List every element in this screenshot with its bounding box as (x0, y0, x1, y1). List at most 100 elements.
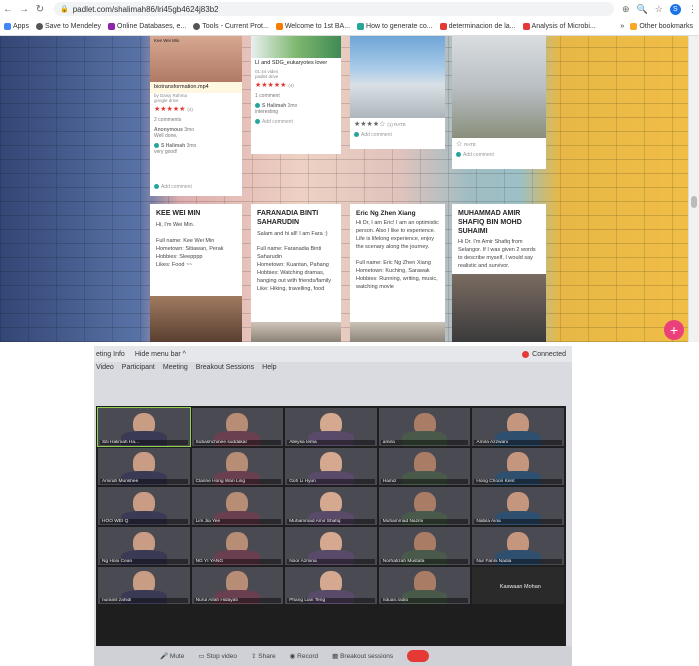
more-bookmarks-icon[interactable]: » (620, 23, 624, 30)
post-card-amir[interactable]: MUHAMMAD AMIR SHAFIQ BIN MOHD SUHAIMI Hi… (452, 204, 546, 342)
participant-name: Nur Fanni Nadia (474, 558, 562, 564)
menu-breakout[interactable]: Breakout Sessions (196, 364, 254, 378)
star-rating[interactable]: ★★★★★ (4) (150, 103, 242, 115)
participant-name: Muhammad Nazmi (380, 519, 469, 524)
other-bookmarks[interactable]: Other bookmarks (630, 23, 693, 30)
participant-tile[interactable]: Clarine Hong Wan Ling (191, 447, 284, 486)
post-card-faranadia[interactable]: FARANADIA BINTI SAHARUDIN Salam and hi a… (251, 204, 341, 342)
participant-tile[interactable]: amira (378, 408, 471, 446)
bookmark-welcome[interactable]: Welcome to 1st BA... (275, 23, 350, 30)
participant-tile[interactable]: Nurul Aifah Hidayati (191, 566, 284, 605)
zoom-icon[interactable]: ⊕ (622, 4, 630, 15)
menu-participant[interactable]: Participant (122, 364, 155, 378)
menu-meeting[interactable]: Meeting (163, 364, 188, 378)
bookmark-online-databases[interactable]: Online Databases, e... (108, 23, 186, 30)
participant-tile[interactable]: Lim Jia Yee (191, 487, 284, 525)
post-card-video-2[interactable]: LI and SDG_eukaryotes lover 01:44 video … (251, 36, 341, 154)
search-icon[interactable]: 🔍 (637, 4, 648, 15)
forward-icon[interactable]: → (16, 4, 32, 15)
participant-tile[interactable]: Kaswaan Mohan (472, 566, 564, 605)
post-card-photo[interactable]: ★★★★☆ (1) RATE Add comment (350, 36, 445, 149)
comment-count: 1 comment (255, 93, 280, 100)
comment-item: Anonymous 3mo Well done, (154, 127, 195, 140)
meeting-info[interactable]: eting Info (96, 351, 125, 358)
profile-avatar[interactable]: S (669, 3, 681, 15)
menu-icon[interactable]: ⋮ (688, 4, 697, 15)
end-call-button[interactable] (407, 650, 430, 662)
star-rating[interactable]: ★★★★★ (4) (251, 79, 341, 91)
record-button[interactable]: ◉ Record (290, 652, 318, 660)
mute-button[interactable]: 🎤 Mute (160, 652, 184, 660)
page-scrollbar[interactable] (688, 36, 699, 342)
photo-thumbnail[interactable] (452, 274, 546, 342)
photo-thumbnail[interactable] (350, 36, 445, 118)
post-card-kee-wei-min[interactable]: KEE WEI MIN Hi, I'm Wei Min. Full name: … (150, 204, 242, 342)
bookmark-analysis[interactable]: Analysis of Microbi... (522, 23, 596, 30)
add-comment[interactable]: Add comment (251, 117, 341, 127)
participant-tile[interactable]: Hamiz (378, 447, 471, 486)
participant-tile[interactable]: Amirah Munshee (98, 447, 190, 486)
star-rating[interactable]: ☆ RATE (452, 138, 546, 150)
participant-name: Noor Azmina (287, 558, 375, 564)
post-card-photo-2[interactable]: ☆ RATE Add comment (452, 36, 546, 169)
participant-tile[interactable]: Norhafizah Mustafa (378, 527, 471, 565)
star-rating[interactable]: ★★★★☆ (1) RATE (350, 118, 445, 130)
photo-thumbnail[interactable] (150, 296, 242, 342)
add-post-button[interactable]: + (664, 320, 684, 340)
participant-name: Nurul Aifah Hidayati (193, 598, 282, 604)
bookmark-mendeley[interactable]: Save to Mendeley (35, 23, 101, 30)
add-comment[interactable]: Add comment (452, 150, 546, 160)
participant-name: Clarine Hong Wan Ling (193, 479, 282, 485)
post-title: FARANADIA BINTI SAHARUDIN (257, 210, 319, 226)
participant-tile[interactable]: Nabila Aina (472, 487, 564, 525)
participant-name: Amira Azzwani (474, 439, 562, 445)
participant-tile[interactable]: Alleysa Iema (285, 408, 377, 446)
video-thumbnail[interactable] (251, 36, 341, 58)
back-icon[interactable]: ← (0, 4, 16, 15)
scrollbar-thumb[interactable] (691, 196, 697, 208)
video-thumbnail[interactable]: Kee Wei Min (150, 36, 242, 82)
participant-tile[interactable]: Muhammad Nazmi (378, 487, 471, 525)
participant-tile[interactable]: Goh Li Hyun (285, 447, 377, 486)
bookmark-apps[interactable]: Apps (4, 23, 29, 30)
photo-thumbnail[interactable] (251, 322, 341, 342)
share-button[interactable]: ⇪ Share (251, 652, 276, 660)
zoom-menu-bar: eting Info Hide menu bar ^ Connected (94, 346, 572, 362)
participant-name: NG YI YANG (193, 558, 282, 564)
post-card-video[interactable]: Kee Wei Min biotransformation.mp4 by Dai… (150, 36, 242, 196)
bookmark-determinacion[interactable]: determinacion de la... (439, 23, 516, 30)
participant-tile[interactable]: riduan.radio (378, 566, 471, 605)
breakout-button[interactable]: ▦ Breakout sessions (332, 652, 393, 660)
menu-video[interactable]: Video (96, 364, 114, 378)
avatar-icon (255, 119, 260, 125)
post-card-eric[interactable]: Eric Ng Zhen Xiang Hi Dr, I am Eric! I a… (350, 204, 445, 342)
participant-tile[interactable]: Noor Azmina (285, 527, 377, 565)
bookmark-tools[interactable]: Tools - Current Prot... (193, 23, 269, 30)
add-comment[interactable]: Add comment (350, 130, 445, 140)
participant-tile[interactable]: Ng Hooi Cean (98, 527, 190, 565)
participant-tile[interactable]: Nur Fanni Nadia (472, 527, 564, 565)
participant-tile[interactable]: Siti Halimah Ha... (97, 407, 191, 447)
connected-status: Connected (522, 350, 566, 358)
participant-tile[interactable]: Muhammad Amir Shafiq (285, 487, 377, 525)
bookmark-how-to-generate[interactable]: How to generate co... (357, 23, 433, 30)
reload-icon[interactable]: ↻ (32, 4, 48, 15)
stop-video-button[interactable]: ▭ Stop video (198, 652, 237, 660)
photo-thumbnail[interactable] (452, 36, 546, 138)
add-comment[interactable]: Add comment (150, 182, 196, 192)
participant-tile[interactable]: Amira Azzwani (472, 408, 564, 446)
hide-menu-bar[interactable]: Hide menu bar ^ (135, 351, 186, 358)
star-icon[interactable]: ☆ (655, 4, 663, 15)
address-bar[interactable]: 🔒 padlet.com/shalimah86/lri45gb4624j83b2 (54, 2, 614, 16)
participant-tile[interactable]: NG YI YANG (191, 527, 284, 565)
participant-tile[interactable]: nurainil zahidi (98, 566, 190, 605)
menu-help[interactable]: Help (262, 364, 276, 378)
lock-icon: 🔒 (60, 6, 69, 13)
comment-item: S Halimah 3mo interesting (255, 103, 298, 116)
participant-tile[interactable]: Hong Choon Kent (472, 447, 564, 486)
participant-tile[interactable]: Phang Lian Teng (285, 566, 377, 605)
photo-thumbnail[interactable] (350, 322, 445, 342)
participant-tile[interactable]: Subashchinee suddakar (191, 408, 284, 446)
participant-name: Norhafizah Mustafa (380, 558, 469, 564)
participant-tile[interactable]: HOO WEI Q (98, 487, 190, 525)
